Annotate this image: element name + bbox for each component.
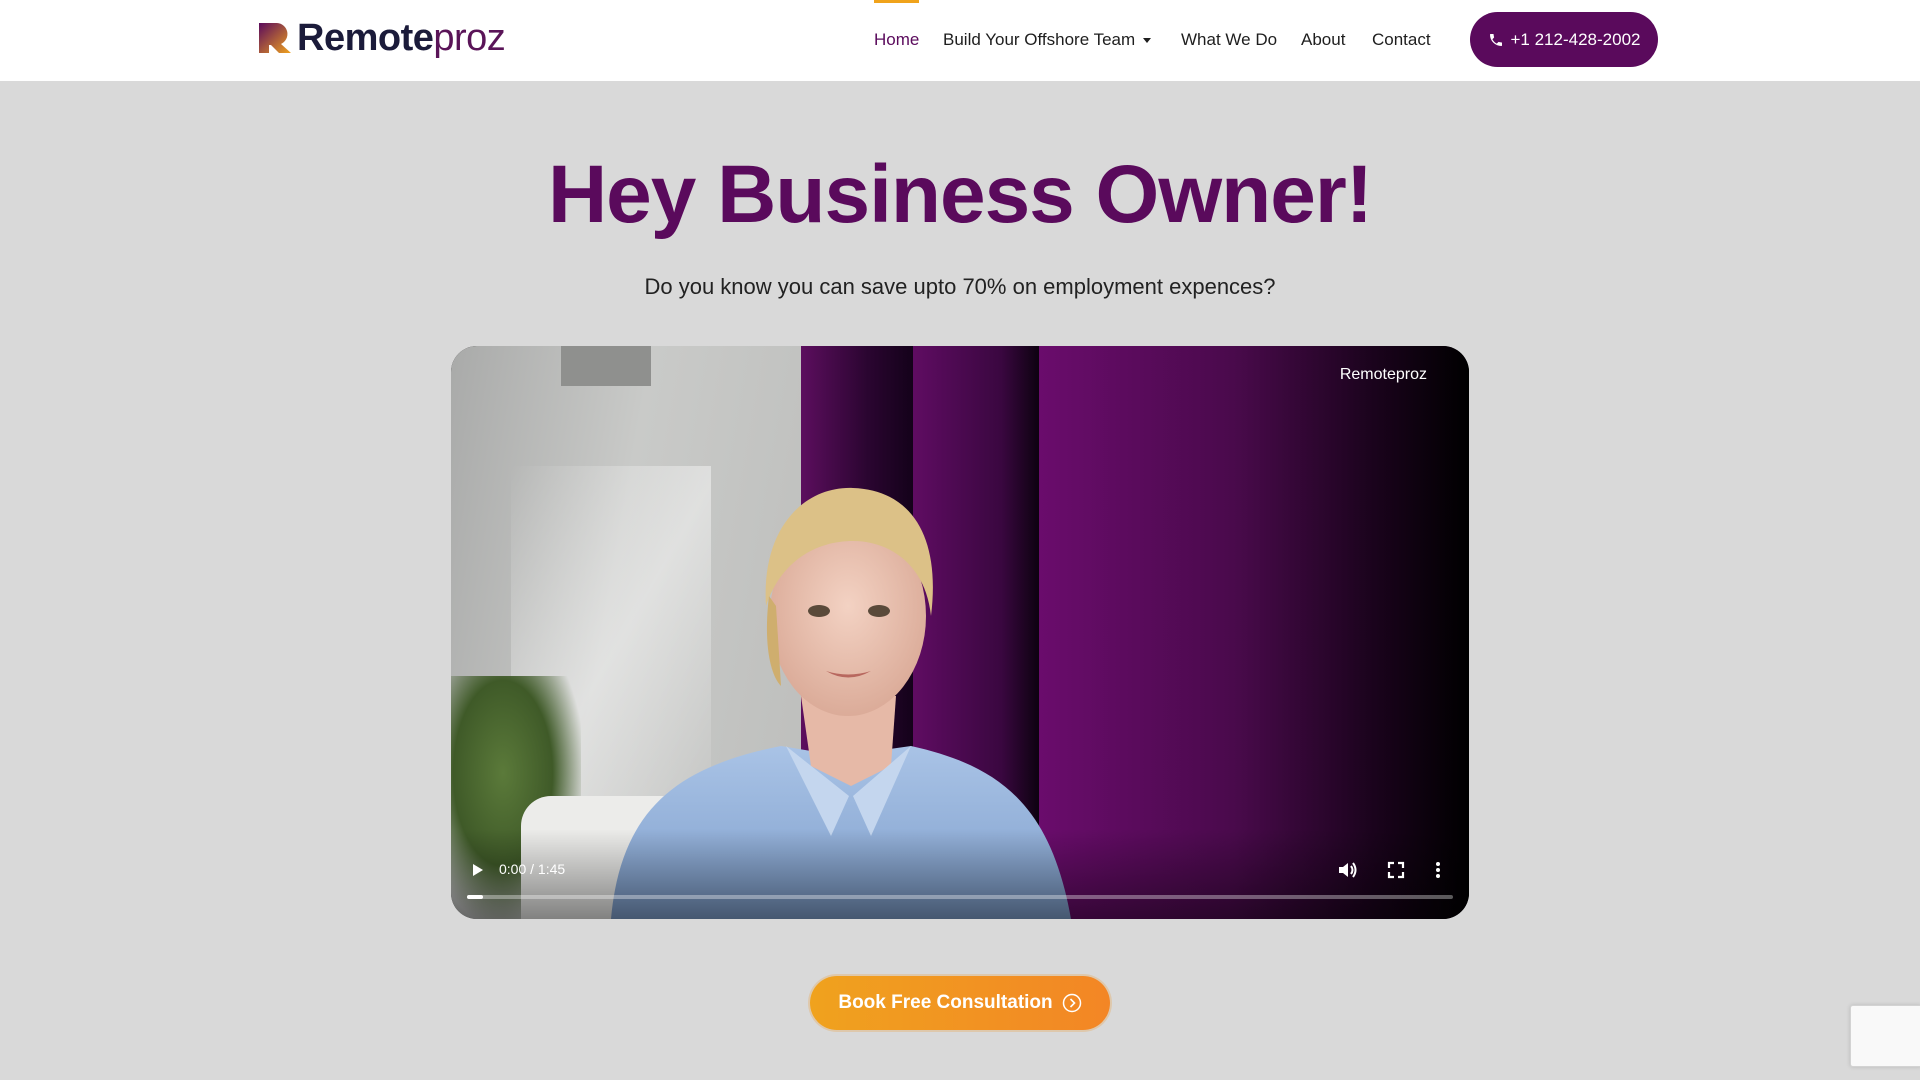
nav-what-we-do-label: What We Do (1181, 30, 1278, 49)
phone-button[interactable]: +1 212-428-2002 (1470, 12, 1658, 67)
nav-build-offshore-team[interactable]: Build Your Offshore Team (943, 0, 1152, 80)
logo-text-bold: Remote (297, 17, 434, 59)
logo-mark-icon (259, 23, 291, 53)
nav-what-we-do[interactable]: What We Do (1181, 0, 1277, 80)
video-progress-fill (467, 895, 483, 899)
book-consultation-label: Book Free Consultation (838, 992, 1053, 1013)
arrow-right-circle-icon (1062, 993, 1081, 1013)
volume-icon[interactable] (1337, 860, 1359, 880)
nav-contact-label: Contact (1372, 30, 1431, 49)
video-controls-overlay (451, 829, 1469, 919)
nav-about-label: About (1301, 30, 1346, 49)
hero-subtitle: Do you know you can save upto 70% on emp… (644, 274, 1276, 299)
nav-build-offshore-team-label: Build Your Offshore Team (943, 30, 1136, 49)
hero-title: Hey Business Owner! (547, 149, 1373, 240)
video-progress-track[interactable] (467, 895, 1453, 899)
video-frame-ceiling (561, 346, 651, 386)
video-watermark: Remoteproz (1339, 366, 1427, 383)
logo-wordmark: Remoteproz (297, 17, 506, 59)
play-icon[interactable] (467, 860, 487, 880)
nav-home[interactable]: Home (874, 0, 920, 80)
nav-about[interactable]: About (1301, 0, 1345, 80)
phone-number: +1 212-428-2002 (1510, 29, 1641, 49)
fullscreen-icon[interactable] (1386, 860, 1406, 880)
nav-home-label: Home (874, 30, 920, 49)
nav-contact[interactable]: Contact (1372, 0, 1431, 80)
logo[interactable]: Remoteproz (259, 17, 506, 59)
more-vertical-icon[interactable] (1434, 860, 1442, 880)
site-header: Remoteproz Home Build Your Offshore Team… (0, 0, 1920, 81)
phone-icon (1489, 33, 1502, 46)
video-time: 0:00 / 1:45 (499, 861, 566, 877)
intro-video-player[interactable]: Remoteproz 0:00 / 1:45 (451, 346, 1469, 919)
recaptcha-badge[interactable] (1850, 1005, 1920, 1067)
logo-text-light: proz (433, 17, 506, 59)
chevron-down-icon (1143, 38, 1152, 44)
book-consultation-button[interactable]: Book Free Consultation (810, 976, 1110, 1030)
